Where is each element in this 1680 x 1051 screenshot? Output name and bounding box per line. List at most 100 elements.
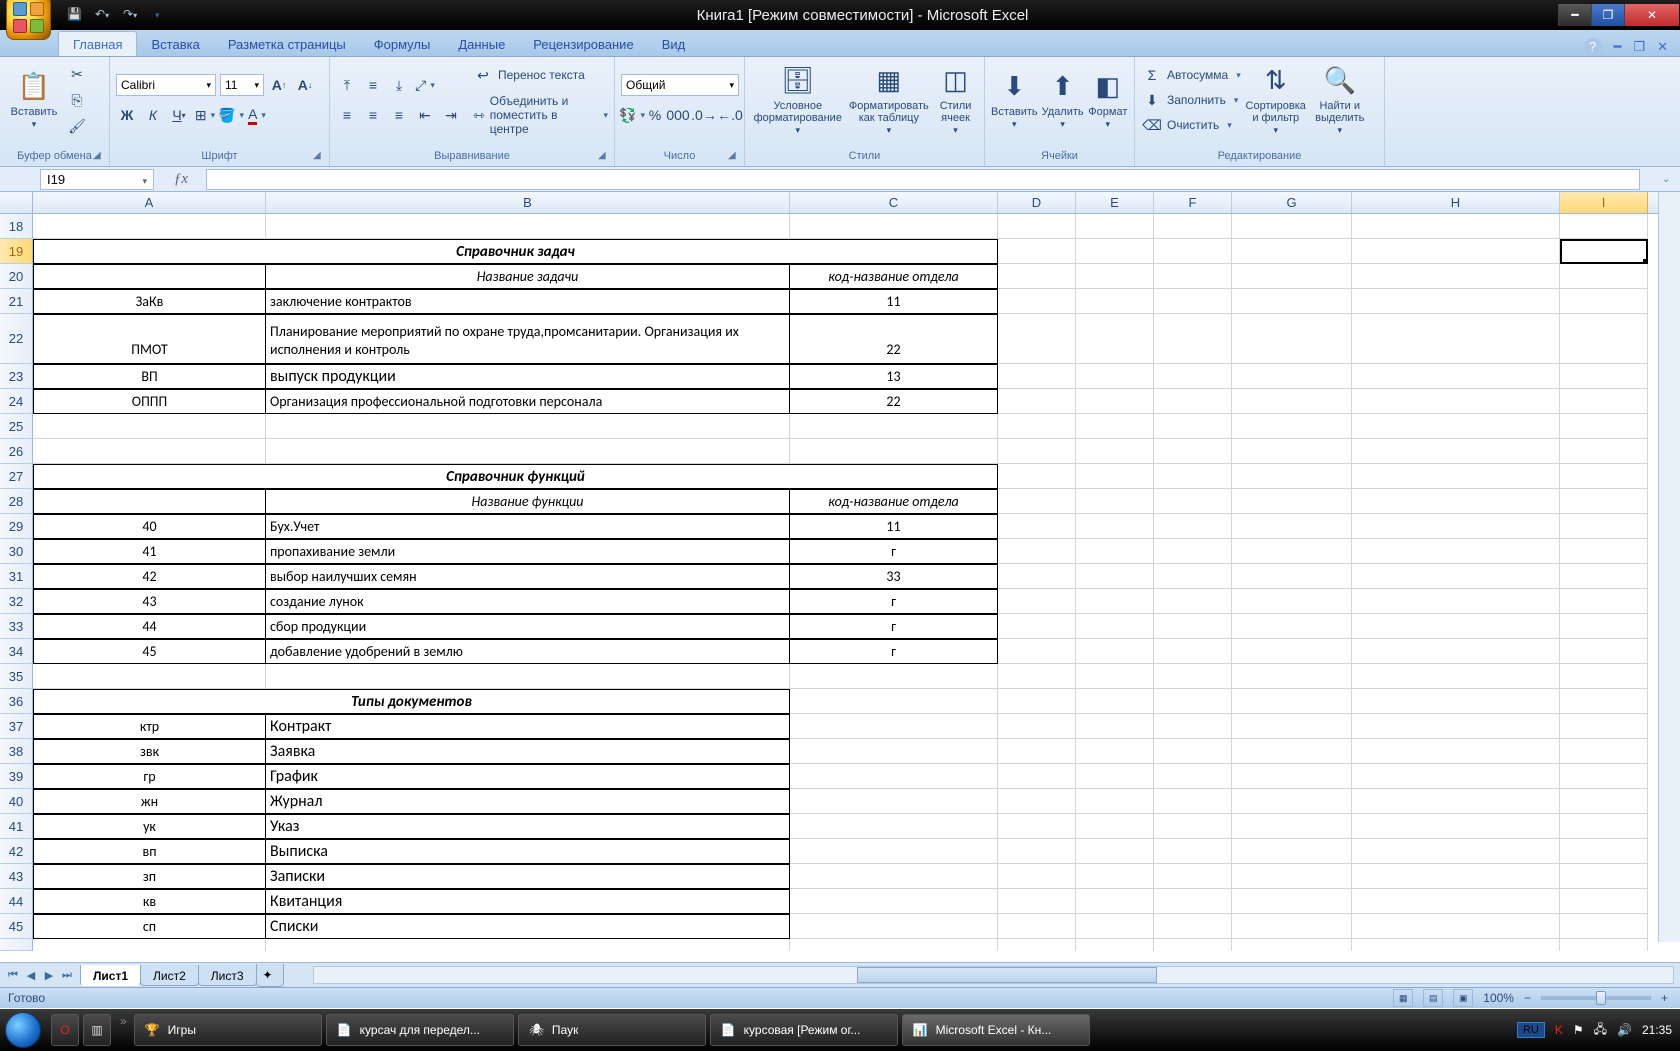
cell[interactable]	[790, 689, 998, 714]
col-header-g[interactable]: G	[1232, 192, 1352, 213]
cell[interactable]	[1076, 689, 1154, 714]
maximize-button[interactable]: ❐	[1591, 4, 1624, 26]
cell[interactable]	[1560, 764, 1648, 789]
sort-filter-button[interactable]: ⇅Сортировка и фильтр▾	[1245, 61, 1307, 139]
cell[interactable]	[1560, 464, 1648, 489]
cell[interactable]	[790, 664, 998, 689]
cell[interactable]	[998, 639, 1076, 664]
view-normal-icon[interactable]: ▦	[1393, 989, 1413, 1007]
underline-icon[interactable]: Ч▾	[168, 104, 190, 126]
cell[interactable]	[1154, 764, 1232, 789]
cell[interactable]	[998, 889, 1076, 914]
cell[interactable]	[1560, 489, 1648, 514]
cell[interactable]	[1232, 839, 1352, 864]
tab-review[interactable]: Рецензирование	[519, 32, 647, 56]
cell[interactable]	[1352, 264, 1560, 289]
cell[interactable]	[1154, 614, 1232, 639]
cell[interactable]: выбор наилучших семян	[266, 564, 790, 589]
cell[interactable]	[1154, 314, 1232, 364]
cell[interactable]: 43	[33, 589, 266, 614]
cell[interactable]	[998, 389, 1076, 414]
cell[interactable]	[1560, 389, 1648, 414]
increase-decimal-icon[interactable]: .0→	[693, 104, 715, 126]
cell[interactable]	[1232, 914, 1352, 939]
delete-cells-button[interactable]: ⬆Удалить▾	[1042, 61, 1084, 139]
cell[interactable]	[1560, 214, 1648, 239]
cell[interactable]	[998, 664, 1076, 689]
cell[interactable]	[1232, 264, 1352, 289]
row-header[interactable]: 38	[0, 739, 33, 764]
cell[interactable]: 22	[790, 389, 998, 414]
cell[interactable]	[790, 864, 998, 889]
cell[interactable]	[998, 864, 1076, 889]
cell[interactable]	[1560, 739, 1648, 764]
cell[interactable]: Заявка	[266, 739, 790, 764]
col-header-h[interactable]: H	[1352, 192, 1560, 213]
accounting-format-icon[interactable]: 💱	[621, 104, 643, 126]
fx-icon[interactable]: ƒx	[169, 171, 193, 188]
cell[interactable]: ук	[33, 814, 266, 839]
cell[interactable]	[266, 214, 790, 239]
pinned-app-icon[interactable]: ▥	[83, 1014, 111, 1046]
cell[interactable]: Выписка	[266, 839, 790, 864]
tab-page-layout[interactable]: Разметка страницы	[214, 32, 360, 56]
cell[interactable]	[1232, 439, 1352, 464]
align-center-icon[interactable]: ≡	[362, 104, 384, 126]
cell[interactable]	[1352, 914, 1560, 939]
cell[interactable]	[998, 564, 1076, 589]
cell[interactable]	[1352, 664, 1560, 689]
cell[interactable]	[1076, 564, 1154, 589]
cell[interactable]: выпуск продукции	[266, 364, 790, 389]
qat-customize-icon[interactable]	[151, 7, 167, 23]
cell[interactable]	[1232, 239, 1352, 264]
cell[interactable]: Квитанция	[266, 889, 790, 914]
sheet-tab-2[interactable]: Лист2	[140, 965, 199, 986]
cell[interactable]	[1560, 839, 1648, 864]
cells-area[interactable]: 1819Справочник задач20Название задачикод…	[0, 214, 1658, 962]
border-icon[interactable]: ⊞	[194, 104, 216, 126]
cell[interactable]	[1352, 839, 1560, 864]
autosum-button[interactable]: ΣАвтосумма	[1141, 64, 1241, 86]
cell[interactable]: код-название отдела	[790, 264, 998, 289]
office-button[interactable]	[6, 0, 51, 40]
cell[interactable]	[1352, 814, 1560, 839]
cell[interactable]	[33, 214, 266, 239]
dialog-launcher-icon[interactable]: ◢	[313, 150, 327, 164]
cell[interactable]: 45	[33, 639, 266, 664]
cell[interactable]	[1154, 289, 1232, 314]
formula-input[interactable]	[206, 169, 1640, 190]
font-size-combo[interactable]: 11▾	[220, 74, 264, 96]
cell[interactable]	[1560, 314, 1648, 364]
cell[interactable]	[266, 439, 790, 464]
orientation-icon[interactable]: ⤢	[414, 74, 436, 96]
cell[interactable]	[998, 814, 1076, 839]
cell[interactable]	[1560, 889, 1648, 914]
cell[interactable]	[998, 539, 1076, 564]
cell[interactable]	[1352, 314, 1560, 364]
minimize-button[interactable]: ━	[1558, 4, 1591, 26]
cell[interactable]: Организация профессиональной подготовки …	[266, 389, 790, 414]
cell[interactable]	[998, 739, 1076, 764]
cell[interactable]	[1560, 264, 1648, 289]
cell[interactable]: Записки	[266, 864, 790, 889]
tab-formulas[interactable]: Формулы	[360, 32, 445, 56]
name-box[interactable]: I19	[40, 169, 154, 190]
grow-font-icon[interactable]: A↑	[268, 74, 290, 96]
zoom-slider[interactable]	[1541, 996, 1651, 1000]
cut-icon[interactable]: ✂	[66, 63, 88, 85]
tray-icon[interactable]: ⚑	[1573, 1023, 1584, 1037]
cell[interactable]	[1232, 414, 1352, 439]
cell[interactable]	[1154, 489, 1232, 514]
cell[interactable]	[1352, 864, 1560, 889]
cell[interactable]	[1154, 364, 1232, 389]
cell-styles-button[interactable]: ◫Стили ячеек▾	[933, 61, 978, 139]
sheet-tab-3[interactable]: Лист3	[198, 965, 257, 986]
cell[interactable]	[1232, 889, 1352, 914]
cell[interactable]	[1154, 914, 1232, 939]
cell[interactable]	[998, 764, 1076, 789]
cell[interactable]	[1352, 564, 1560, 589]
cell[interactable]	[1232, 739, 1352, 764]
align-top-icon[interactable]: ⤒	[336, 74, 358, 96]
zoom-level[interactable]: 100%	[1483, 991, 1514, 1005]
col-header-c[interactable]: C	[790, 192, 998, 213]
